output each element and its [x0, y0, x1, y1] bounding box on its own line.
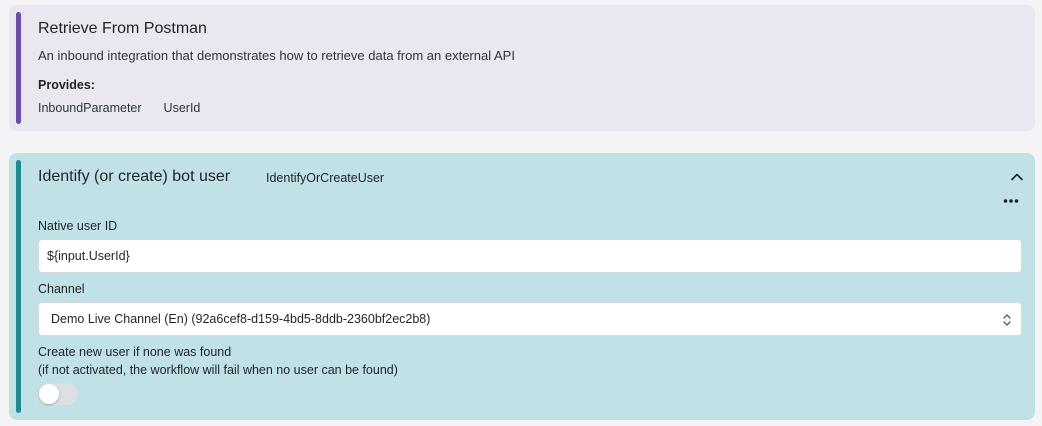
create-user-label: Create new user if none was found — [38, 345, 232, 359]
chevron-up-icon[interactable] — [1007, 167, 1027, 187]
source-description: An inbound integration that demonstrates… — [38, 48, 515, 63]
provided-param: UserId — [163, 101, 201, 115]
chevron-updown-icon — [1003, 314, 1011, 326]
source-accent-stripe — [16, 12, 21, 124]
provides-label: Provides: — [38, 78, 95, 92]
native-user-id-label: Native user ID — [38, 219, 118, 233]
channel-select[interactable]: Demo Live Channel (En) (92a6cef8-d159-4b… — [38, 302, 1022, 336]
step-type: IdentifyOrCreateUser — [266, 171, 385, 185]
channel-selected-value: Demo Live Channel (En) (92a6cef8-d159-4b… — [51, 312, 431, 326]
create-user-toggle[interactable] — [38, 383, 78, 405]
create-user-hint: (if not activated, the workflow will fai… — [38, 363, 398, 377]
provided-params-list: InboundParameter UserId — [38, 101, 200, 115]
more-horizontal-icon[interactable] — [1001, 191, 1021, 211]
step-title: Identify (or create) bot user — [38, 168, 231, 185]
native-user-id-input[interactable] — [38, 239, 1022, 273]
channel-label: Channel — [38, 282, 85, 296]
provided-param: InboundParameter — [38, 101, 142, 115]
source-card: Retrieve From Postman An inbound integra… — [9, 5, 1035, 131]
step-card: Identify (or create) bot user IdentifyOr… — [9, 153, 1035, 420]
toggle-knob — [39, 384, 59, 404]
source-title: Retrieve From Postman — [38, 20, 207, 37]
step-accent-stripe — [16, 160, 21, 413]
